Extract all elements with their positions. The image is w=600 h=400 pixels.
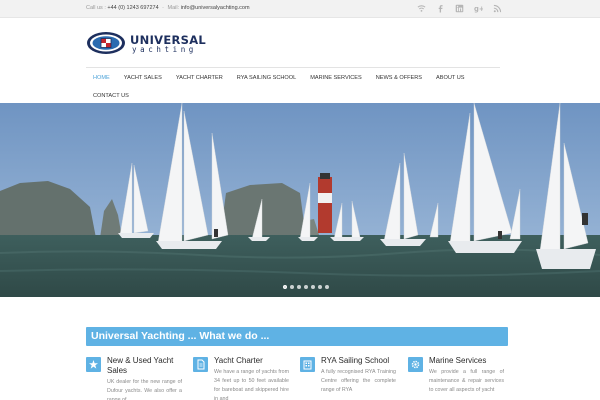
- building-icon: [300, 357, 315, 372]
- feature-rya-sailing-school: RYA Sailing School A fully recognised RY…: [300, 356, 408, 400]
- feature-description: A fully recognised RYA Training Centre o…: [321, 369, 396, 393]
- site-logo[interactable]: UNIVERSAL yachting: [86, 31, 208, 57]
- slider-dot[interactable]: [325, 285, 329, 289]
- feature-yacht-sales: New & Used Yacht Sales UK dealer for the…: [86, 356, 194, 400]
- phone-number[interactable]: +44 (0) 1243 697274: [107, 5, 158, 11]
- star-icon: [86, 357, 101, 372]
- mail-label: Mail:: [167, 5, 180, 11]
- wifi-icon[interactable]: [417, 4, 426, 13]
- svg-text:g+: g+: [474, 5, 483, 13]
- slider-dot[interactable]: [290, 285, 294, 289]
- call-label: Call us :: [86, 5, 106, 11]
- feature-description: We have a range of yachts from 34 feet u…: [214, 369, 289, 400]
- email-link[interactable]: info@universalyachting.com: [181, 5, 250, 11]
- nav-item-marine-services[interactable]: Marine Services: [303, 68, 369, 88]
- top-bar: Call us : +44 (0) 1243 697274 - Mail: in…: [0, 0, 600, 18]
- rss-icon[interactable]: [493, 4, 502, 13]
- social-links: g+: [417, 4, 502, 13]
- gear-icon: [408, 357, 423, 372]
- feature-description: UK dealer for the new range of Dufour ya…: [107, 379, 182, 400]
- slider-pagination: [283, 285, 329, 289]
- slider-dot[interactable]: [311, 285, 315, 289]
- slider-dot[interactable]: [283, 285, 287, 289]
- feature-description: We provide a full range of maintenance &…: [429, 369, 504, 393]
- feature-title[interactable]: RYA Sailing School: [321, 356, 407, 366]
- main-navigation: Home Yacht Sales Yacht Charter RYA Saili…: [86, 67, 500, 104]
- nav-item-yacht-charter[interactable]: Yacht Charter: [169, 68, 230, 88]
- logo-emblem-icon: [87, 32, 125, 54]
- linkedin-icon[interactable]: [455, 4, 464, 13]
- hero-image-sailing-yachts: [0, 103, 600, 297]
- nav-item-about-us[interactable]: About Us: [429, 68, 472, 88]
- nav-item-home[interactable]: Home: [86, 68, 117, 88]
- contact-info: Call us : +44 (0) 1243 697274 - Mail: in…: [86, 5, 250, 11]
- google-plus-icon[interactable]: g+: [474, 4, 483, 13]
- slider-dot[interactable]: [297, 285, 301, 289]
- section-banner: Universal Yachting ... What we do ...: [86, 327, 508, 346]
- feature-title[interactable]: Yacht Charter: [214, 356, 300, 366]
- feature-yacht-charter: Yacht Charter We have a range of yachts …: [193, 356, 301, 400]
- feature-title[interactable]: Marine Services: [429, 356, 515, 366]
- contact-separator: -: [162, 5, 165, 11]
- nav-item-rya-sailing-school[interactable]: RYA Sailing School: [230, 68, 303, 88]
- nav-item-yacht-sales[interactable]: Yacht Sales: [117, 68, 169, 88]
- document-icon: [193, 357, 208, 372]
- facebook-icon[interactable]: [436, 4, 445, 13]
- feature-title[interactable]: New & Used Yacht Sales: [107, 356, 193, 375]
- hero-slider[interactable]: [0, 103, 600, 297]
- section-title: Universal Yachting ... What we do ...: [91, 330, 270, 342]
- nav-item-contact-us[interactable]: Contact Us: [86, 89, 136, 103]
- nav-item-news-offers[interactable]: News & Offers: [369, 68, 429, 88]
- slider-dot[interactable]: [318, 285, 322, 289]
- logo-text-yachting: yachting: [132, 45, 197, 54]
- slider-dot[interactable]: [304, 285, 308, 289]
- feature-marine-services: Marine Services We provide a full range …: [408, 356, 516, 400]
